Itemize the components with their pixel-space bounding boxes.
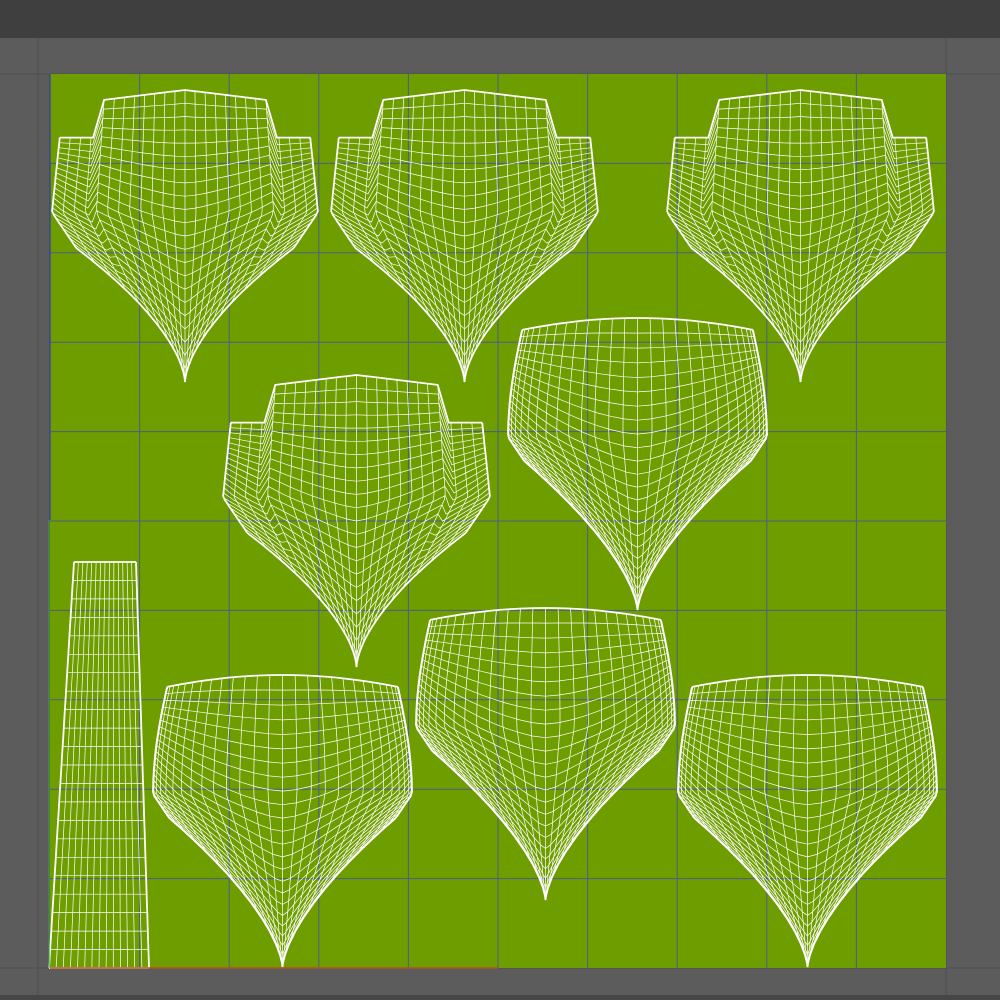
uv-viewport[interactable]: [0, 38, 1000, 1000]
toolbar: [0, 0, 1000, 39]
status-strip: [0, 995, 1000, 1000]
